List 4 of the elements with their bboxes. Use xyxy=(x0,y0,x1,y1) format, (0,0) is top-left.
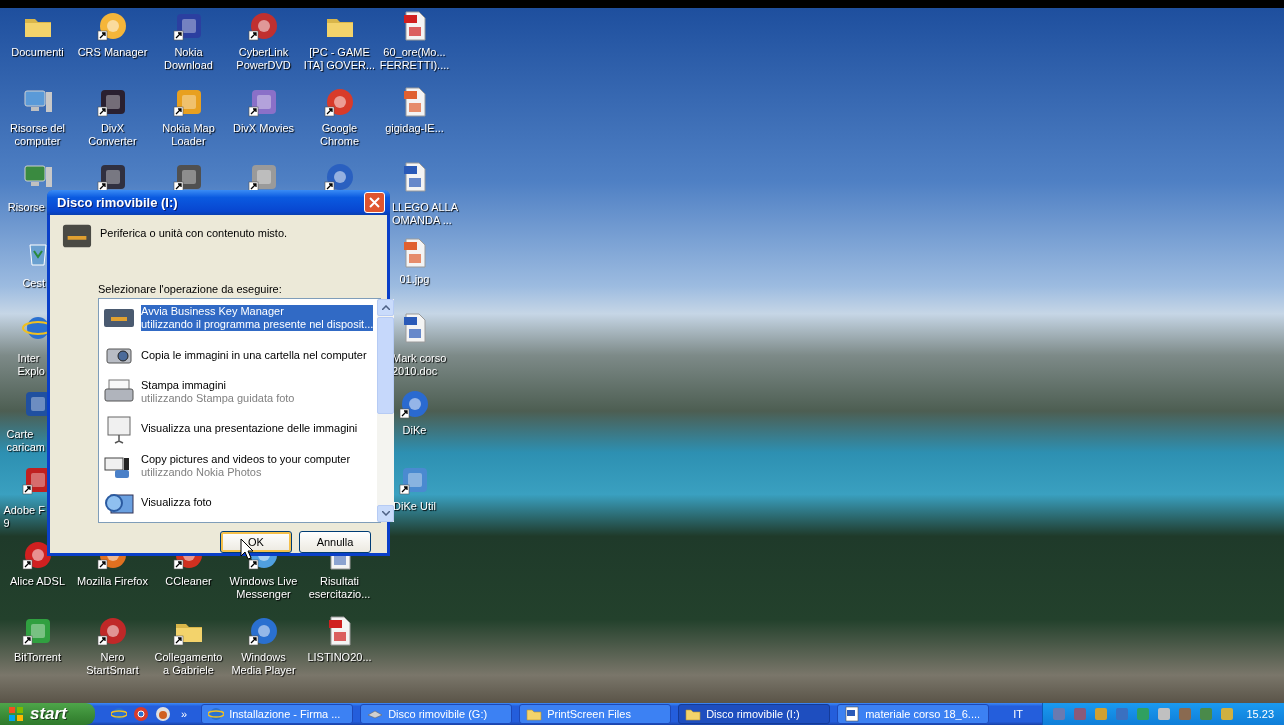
dialog-title: Disco rimovibile (I:) xyxy=(57,195,179,210)
clock: 15.23 xyxy=(1246,708,1274,720)
list-prompt: Selezionare l'operazione da eseguire: xyxy=(98,283,283,295)
dialog-description: Periferica o unità con contenuto misto. xyxy=(100,227,288,239)
